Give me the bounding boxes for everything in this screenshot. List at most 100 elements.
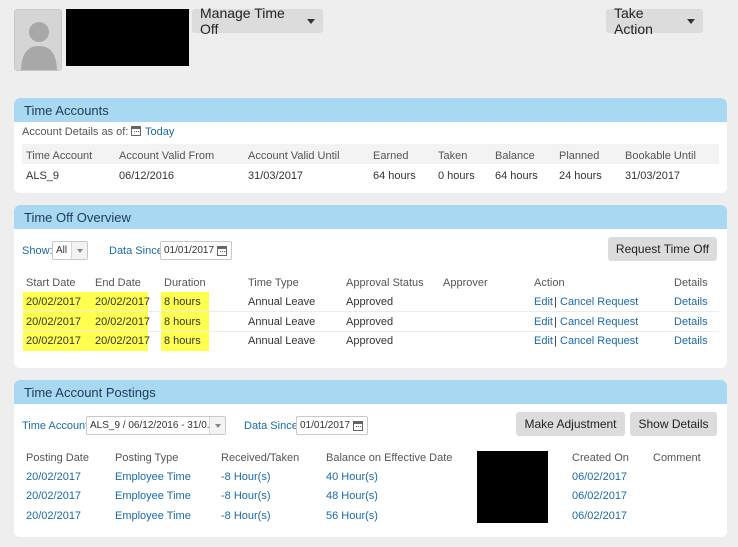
take-action-label: Take Action bbox=[614, 5, 653, 37]
redacted-column bbox=[477, 451, 548, 523]
received-taken-link[interactable]: -8 Hour(s) bbox=[221, 471, 271, 483]
chevron-down-icon bbox=[687, 18, 695, 24]
edit-link[interactable]: Edit bbox=[534, 316, 553, 328]
data-since-label: Data Since bbox=[109, 245, 163, 257]
table-cell: 64 hours bbox=[495, 170, 538, 182]
balance-link[interactable]: 48 Hour(s) bbox=[326, 490, 378, 502]
table-cell: 20/02/2017 bbox=[26, 316, 82, 328]
show-select-value: All bbox=[56, 245, 68, 256]
time-off-overview-title: Time Off Overview bbox=[14, 205, 727, 229]
column-header: Approver bbox=[443, 277, 488, 289]
separator: | bbox=[554, 296, 557, 308]
column-header: Approval Status bbox=[346, 277, 424, 289]
created-on-link[interactable]: 06/02/2017 bbox=[572, 490, 627, 502]
column-header: Balance bbox=[495, 150, 535, 162]
table-cell: 06/12/2016 bbox=[119, 170, 175, 182]
table-cell: Approved bbox=[346, 335, 394, 347]
data-since-value: 01/01/2017 bbox=[300, 420, 351, 431]
edit-link[interactable]: Edit bbox=[534, 296, 553, 308]
table-cell: 20/02/2017 bbox=[95, 335, 151, 347]
column-header: Created On bbox=[572, 452, 629, 464]
time-account-select[interactable]: ALS_9 / 06/12/2016 - 31/0... bbox=[86, 416, 226, 435]
time-accounts-panel: Time Accounts Account Details as of: Tod… bbox=[14, 98, 727, 193]
show-select[interactable]: All bbox=[52, 241, 88, 260]
chevron-down-icon bbox=[71, 242, 87, 259]
table-cell: 8 hours bbox=[164, 335, 201, 347]
calendar-icon[interactable] bbox=[353, 421, 363, 431]
table-cell: ALS_9 bbox=[26, 170, 60, 182]
column-header: Details bbox=[674, 277, 708, 289]
request-time-off-button[interactable]: Request Time Off bbox=[608, 237, 717, 261]
details-link[interactable]: Details bbox=[674, 316, 708, 328]
today-link[interactable]: Today bbox=[145, 126, 174, 138]
column-header: Planned bbox=[559, 150, 600, 162]
data-since-value: 01/01/2017 bbox=[164, 245, 215, 256]
column-header: Received/Taken bbox=[221, 452, 300, 464]
column-header: Time Account bbox=[26, 150, 93, 162]
cancel-request-link[interactable]: Cancel Request bbox=[560, 296, 638, 308]
column-header: Bookable Until bbox=[625, 150, 696, 162]
avatar bbox=[14, 9, 62, 71]
column-header: Taken bbox=[438, 150, 468, 162]
balance-link[interactable]: 56 Hour(s) bbox=[326, 510, 378, 522]
posting-date-link[interactable]: 20/02/2017 bbox=[26, 471, 81, 483]
column-header: Balance on Effective Date bbox=[326, 452, 453, 464]
cancel-request-link[interactable]: Cancel Request bbox=[560, 335, 638, 347]
chevron-down-icon bbox=[307, 18, 315, 24]
cancel-request-link[interactable]: Cancel Request bbox=[560, 316, 638, 328]
chevron-down-icon bbox=[209, 417, 225, 434]
table-cell: Approved bbox=[346, 296, 394, 308]
posting-date-link[interactable]: 20/02/2017 bbox=[26, 510, 81, 522]
details-link[interactable]: Details bbox=[674, 335, 708, 347]
calendar-icon[interactable] bbox=[217, 246, 227, 256]
show-label: Show: bbox=[22, 245, 53, 257]
column-header: Time Type bbox=[248, 277, 299, 289]
table-cell: 20/02/2017 bbox=[95, 296, 151, 308]
table-cell: 8 hours bbox=[164, 316, 201, 328]
created-on-link[interactable]: 06/02/2017 bbox=[572, 471, 627, 483]
manage-time-off-button[interactable]: Manage Time Off bbox=[192, 5, 323, 37]
posting-date-link[interactable]: 20/02/2017 bbox=[26, 490, 81, 502]
received-taken-link[interactable]: -8 Hour(s) bbox=[221, 490, 271, 502]
data-since-input[interactable]: 01/01/2017 bbox=[160, 241, 232, 260]
created-on-link[interactable]: 06/02/2017 bbox=[572, 510, 627, 522]
data-since-input[interactable]: 01/01/2017 bbox=[296, 416, 368, 435]
table-cell: Annual Leave bbox=[248, 296, 316, 308]
balance-link[interactable]: 40 Hour(s) bbox=[326, 471, 378, 483]
make-adjustment-label: Make Adjustment bbox=[524, 417, 617, 431]
details-link[interactable]: Details bbox=[674, 296, 708, 308]
redacted-name bbox=[66, 9, 189, 66]
table-cell: 20/02/2017 bbox=[95, 316, 151, 328]
separator: | bbox=[554, 316, 557, 328]
make-adjustment-button[interactable]: Make Adjustment bbox=[516, 412, 625, 436]
table-cell: 20/02/2017 bbox=[26, 296, 82, 308]
column-header: End Date bbox=[95, 277, 141, 289]
time-account-postings-panel: Time Account Postings Time Account ALS_9… bbox=[14, 380, 727, 537]
column-header: Action bbox=[534, 277, 565, 289]
table-cell: 8 hours bbox=[164, 296, 201, 308]
show-details-label: Show Details bbox=[638, 417, 709, 431]
table-cell: 0 hours bbox=[438, 170, 475, 182]
column-header: Account Valid Until bbox=[248, 150, 340, 162]
posting-type-link[interactable]: Employee Time bbox=[115, 471, 191, 483]
request-time-off-label: Request Time Off bbox=[615, 242, 710, 256]
manage-time-off-label: Manage Time Off bbox=[200, 5, 285, 37]
table-cell: Annual Leave bbox=[248, 316, 316, 328]
table-cell: Approved bbox=[346, 316, 394, 328]
table-cell: Annual Leave bbox=[248, 335, 316, 347]
column-header: Earned bbox=[373, 150, 409, 162]
time-account-select-value: ALS_9 / 06/12/2016 - 31/0... bbox=[90, 420, 216, 431]
account-details-label: Account Details as of: bbox=[22, 126, 129, 138]
time-off-overview-panel: Time Off Overview Show: All Data Since 0… bbox=[14, 205, 727, 368]
separator: | bbox=[554, 335, 557, 347]
edit-link[interactable]: Edit bbox=[534, 335, 553, 347]
table-cell: 31/03/2017 bbox=[248, 170, 304, 182]
column-header: Duration bbox=[164, 277, 206, 289]
take-action-button[interactable]: Take Action bbox=[606, 5, 703, 37]
show-details-button[interactable]: Show Details bbox=[630, 412, 717, 436]
posting-type-link[interactable]: Employee Time bbox=[115, 510, 191, 522]
posting-type-link[interactable]: Employee Time bbox=[115, 490, 191, 502]
time-account-label: Time Account bbox=[22, 420, 89, 432]
received-taken-link[interactable]: -8 Hour(s) bbox=[221, 510, 271, 522]
calendar-icon[interactable] bbox=[131, 126, 141, 139]
